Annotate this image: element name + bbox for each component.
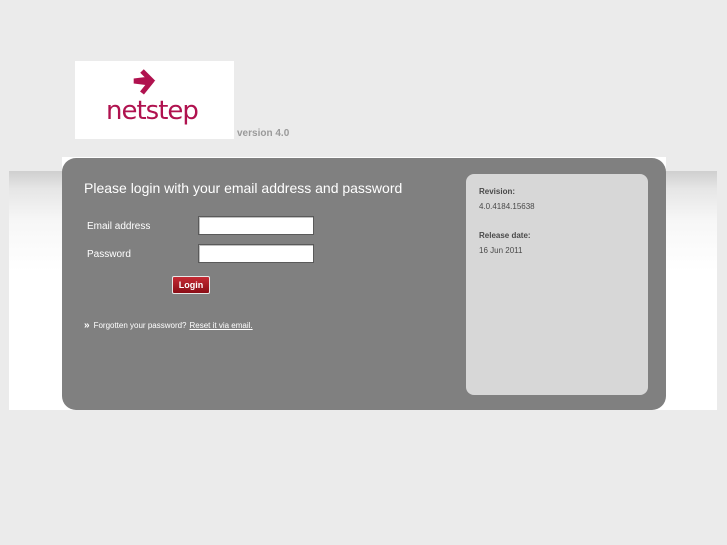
version-info-box: Revision: 4.0.4184.15638 Release date: 1… <box>466 174 648 395</box>
login-button[interactable]: Login <box>172 276 210 294</box>
login-title: Please login with your email address and… <box>84 180 403 196</box>
password-label: Password <box>87 249 131 260</box>
arrow-icon <box>133 69 156 95</box>
release-date-value: 16 Jun 2011 <box>479 246 523 255</box>
reset-password-link[interactable]: Reset it via email. <box>190 321 253 330</box>
revision-value: 4.0.4184.15638 <box>479 202 535 211</box>
login-panel: Please login with your email address and… <box>62 158 666 410</box>
email-field[interactable] <box>198 216 314 235</box>
email-label: Email address <box>87 221 151 232</box>
forgot-password-row: » Forgotten your password? Reset it via … <box>84 320 253 331</box>
password-field[interactable] <box>198 244 314 263</box>
logo-text: netstep <box>106 96 199 126</box>
forgot-password-text: Forgotten your password? <box>93 321 187 330</box>
revision-label: Revision: <box>479 187 516 196</box>
version-label: version 4.0 <box>237 128 290 139</box>
netstep-logo: netstep <box>75 61 234 139</box>
release-date-label: Release date: <box>479 231 531 240</box>
double-chevron-icon: » <box>84 320 89 331</box>
